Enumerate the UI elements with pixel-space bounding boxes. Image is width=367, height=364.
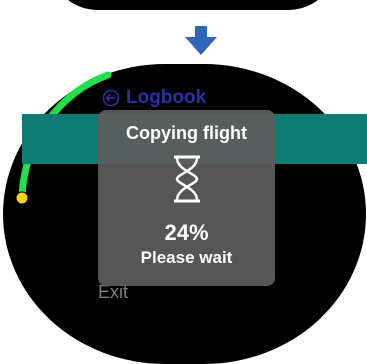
page-title: Logbook: [126, 87, 207, 108]
logbook-header[interactable]: Logbook: [102, 86, 206, 110]
status-text: Please wait: [140, 248, 233, 267]
down-arrow-icon: [185, 26, 217, 55]
progress-percent: 24%: [164, 220, 209, 245]
hourglass-icon: [174, 155, 200, 203]
dialog-title: Copying flight: [126, 123, 247, 143]
copy-progress-dialog: Copying flight 24% Please wait: [98, 110, 275, 286]
previous-watch-screen: [48, 0, 338, 10]
back-icon[interactable]: [102, 89, 120, 107]
